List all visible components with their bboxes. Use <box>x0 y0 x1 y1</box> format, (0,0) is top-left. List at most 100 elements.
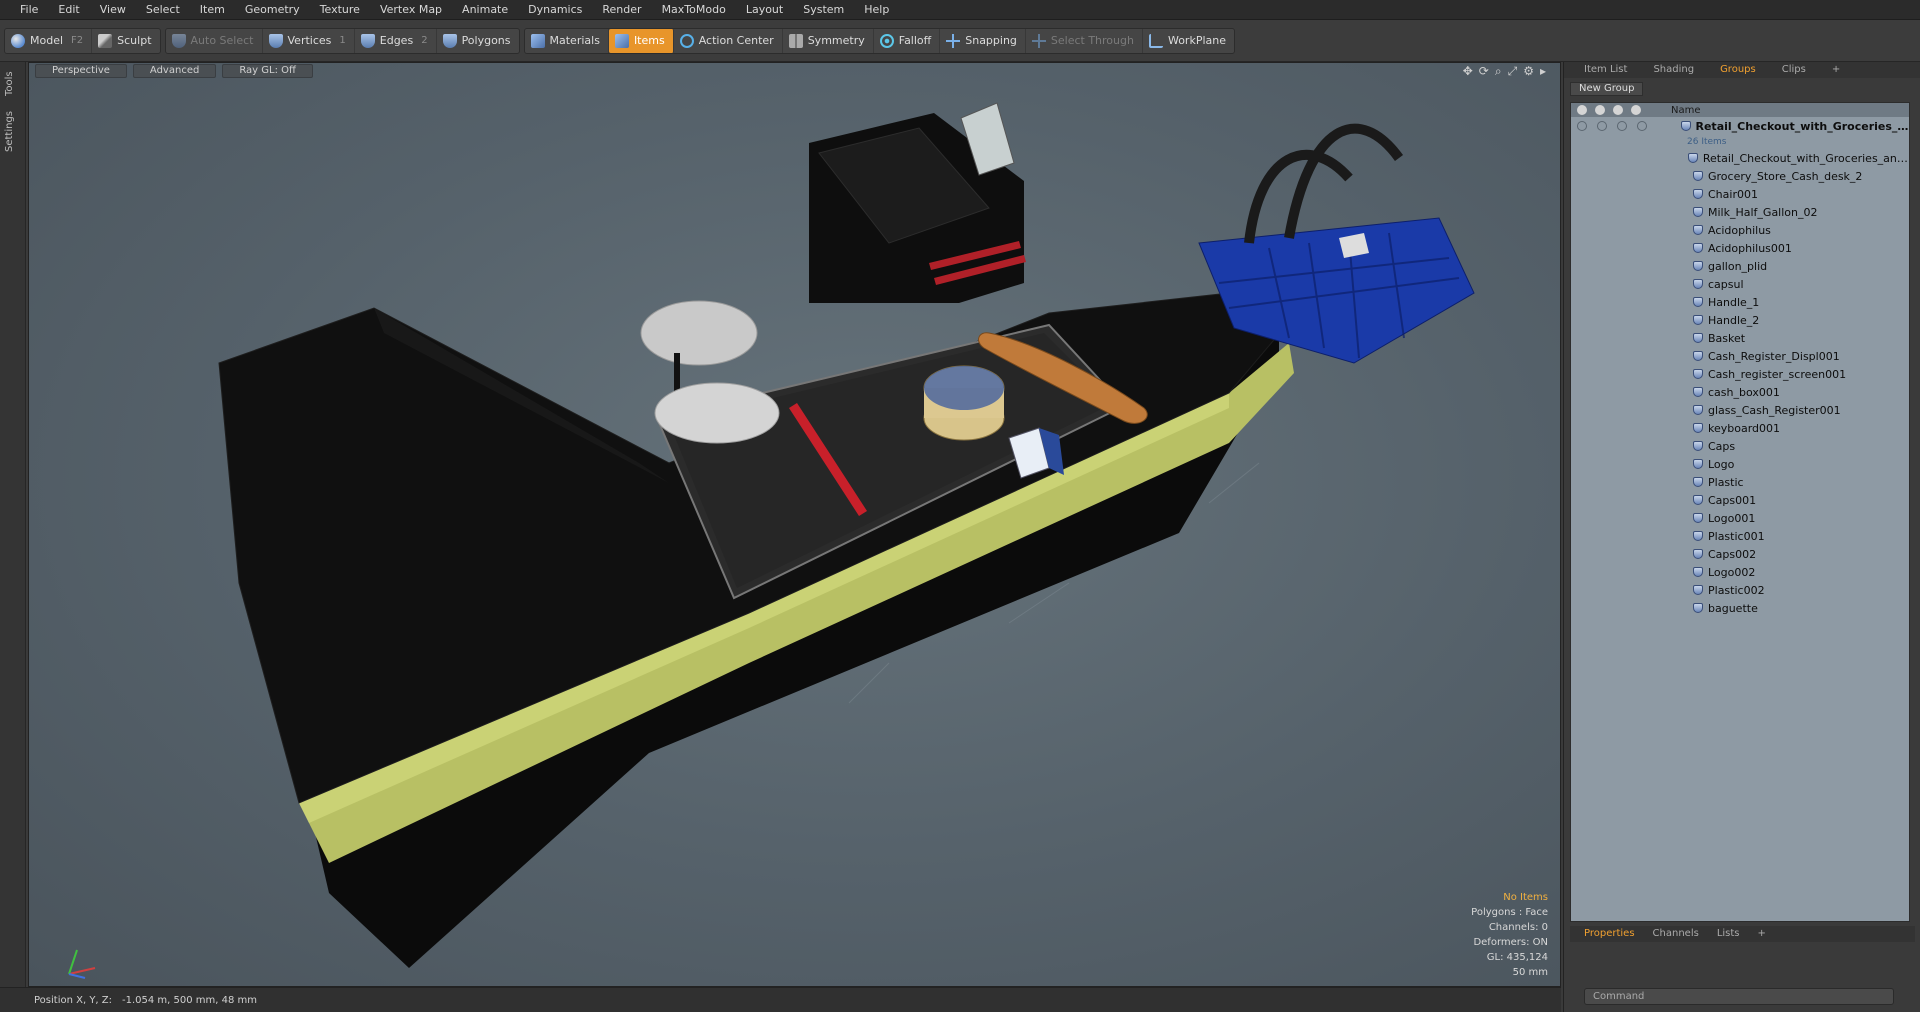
gear-icon[interactable]: ⚙ <box>1523 64 1534 79</box>
view-style-button[interactable]: Advanced <box>132 64 217 78</box>
tree-item[interactable]: Logo001 <box>1571 509 1909 527</box>
menu-dynamics[interactable]: Dynamics <box>518 0 592 20</box>
settings-tab[interactable]: Settings <box>4 106 22 156</box>
tree-item[interactable]: Acidophilus <box>1571 221 1909 239</box>
menu-file[interactable]: File <box>10 0 48 20</box>
tree-root-group[interactable]: Retail_Checkout_with_Groceries_ ... <box>1571 117 1909 135</box>
tree-item[interactable]: Grocery_Store_Cash_desk_2 <box>1571 167 1909 185</box>
edges-button[interactable]: Edges 2 <box>355 28 437 53</box>
tree-item-label: Caps001 <box>1708 493 1757 507</box>
action-center-button[interactable]: Action Center <box>674 28 783 53</box>
view-perspective-button[interactable]: Perspective <box>35 64 127 78</box>
menu-select[interactable]: Select <box>136 0 190 20</box>
bottom-tabs: Properties Channels Lists + <box>1570 926 1915 942</box>
snapping-button[interactable]: Snapping <box>940 28 1026 53</box>
tree-item[interactable]: glass_Cash_Register001 <box>1571 401 1909 419</box>
tree-item[interactable]: Milk_Half_Gallon_02 <box>1571 203 1909 221</box>
tree-item-label: capsul <box>1708 277 1744 291</box>
tab-groups[interactable]: Groups <box>1708 62 1768 78</box>
auto-select-button[interactable]: Auto Select <box>166 28 263 53</box>
tree-item[interactable]: Plastic002 <box>1571 581 1909 599</box>
pan-icon[interactable]: ✥ <box>1463 64 1473 79</box>
tree-item[interactable]: Basket <box>1571 329 1909 347</box>
tree-item[interactable]: Caps001 <box>1571 491 1909 509</box>
tree-item[interactable]: Retail_Checkout_with_Groceries_and ... <box>1571 149 1909 167</box>
items-button[interactable]: Items <box>608 28 674 53</box>
render-toggle[interactable] <box>1637 121 1647 131</box>
groups-tree[interactable]: Name Retail_Checkout_with_Groceries_ ...… <box>1570 102 1910 922</box>
menu-system[interactable]: System <box>793 0 854 20</box>
menu-maxtomodo[interactable]: MaxToModo <box>652 0 736 20</box>
polygons-button[interactable]: Polygons <box>437 29 519 53</box>
tree-item[interactable]: Caps002 <box>1571 545 1909 563</box>
mesh-icon <box>1693 315 1703 325</box>
lock-icon[interactable] <box>1595 105 1605 115</box>
sculpt-button[interactable]: Sculpt <box>92 29 159 53</box>
menu-render[interactable]: Render <box>592 0 651 20</box>
menu-help[interactable]: Help <box>854 0 899 20</box>
tree-item[interactable]: Handle_1 <box>1571 293 1909 311</box>
3d-viewport[interactable]: Perspective Advanced Ray GL: Off ✥ ⟳ ⌕ ⤢… <box>28 62 1561 987</box>
tree-item[interactable]: Handle_2 <box>1571 311 1909 329</box>
eye-icon[interactable] <box>1577 105 1587 115</box>
tree-item[interactable]: cash_box001 <box>1571 383 1909 401</box>
tree-item-label: Caps002 <box>1708 547 1757 561</box>
select-through-button[interactable]: Select Through <box>1026 28 1143 53</box>
menu-texture[interactable]: Texture <box>310 0 370 20</box>
model-button[interactable]: Model F2 <box>5 28 93 53</box>
zoom-icon[interactable]: ⌕ <box>1495 64 1502 79</box>
tree-item-label: Retail_Checkout_with_Groceries_and ... <box>1702 151 1909 165</box>
lock-toggle[interactable] <box>1597 121 1607 131</box>
chevron-right-icon[interactable]: ▸ <box>1540 64 1546 79</box>
add-tab-icon[interactable]: + <box>1820 62 1852 78</box>
menu-vertex-map[interactable]: Vertex Map <box>370 0 452 20</box>
vertices-button[interactable]: Vertices 1 <box>263 28 355 53</box>
menu-animate[interactable]: Animate <box>452 0 518 20</box>
tree-item[interactable]: keyboard001 <box>1571 419 1909 437</box>
tree-item[interactable]: Cash_register_screen001 <box>1571 365 1909 383</box>
menu-layout[interactable]: Layout <box>736 0 793 20</box>
tree-item[interactable]: Cash_Register_Displ001 <box>1571 347 1909 365</box>
maximize-icon[interactable]: ⤢ <box>1508 64 1518 79</box>
falloff-button[interactable]: Falloff <box>874 28 941 53</box>
tree-item[interactable]: Acidophilus001 <box>1571 239 1909 257</box>
add-tab-icon[interactable]: + <box>1752 926 1772 942</box>
tree-item[interactable]: Plastic <box>1571 473 1909 491</box>
tab-clips[interactable]: Clips <box>1770 62 1818 78</box>
symmetry-button[interactable]: Symmetry <box>783 28 874 53</box>
tab-item-list[interactable]: Item List <box>1572 62 1639 78</box>
tab-properties[interactable]: Properties <box>1578 926 1641 942</box>
tree-item[interactable]: Chair001 <box>1571 185 1909 203</box>
tree-header-icons <box>1571 105 1661 115</box>
menu-edit[interactable]: Edit <box>48 0 89 20</box>
menu-geometry[interactable]: Geometry <box>235 0 310 20</box>
new-group-button[interactable]: New Group <box>1570 82 1644 96</box>
tree-item[interactable]: capsul <box>1571 275 1909 293</box>
tab-lists[interactable]: Lists <box>1711 926 1746 942</box>
tab-channels[interactable]: Channels <box>1647 926 1705 942</box>
tree-item[interactable]: Caps <box>1571 437 1909 455</box>
tools-tab[interactable]: Tools <box>4 66 22 102</box>
tree-item[interactable]: gallon_plid <box>1571 257 1909 275</box>
visibility-toggle[interactable] <box>1577 121 1587 131</box>
mesh-icon <box>1693 423 1703 433</box>
select-icon[interactable] <box>1613 105 1623 115</box>
selection-mode-group: Auto Select Vertices 1 Edges 2 Polygons <box>164 27 520 54</box>
menu-view[interactable]: View <box>90 0 136 20</box>
raygl-button[interactable]: Ray GL: Off <box>222 64 313 78</box>
render-icon[interactable] <box>1631 105 1641 115</box>
tab-shading[interactable]: Shading <box>1641 62 1706 78</box>
command-input[interactable]: Command <box>1584 988 1894 1005</box>
rotate-icon[interactable]: ⟳ <box>1479 64 1489 79</box>
tree-item-label: Handle_1 <box>1708 295 1760 309</box>
tree-item[interactable]: Logo002 <box>1571 563 1909 581</box>
tree-item[interactable]: baguette <box>1571 599 1909 617</box>
tree-item[interactable]: Plastic001 <box>1571 527 1909 545</box>
tree-header: Name <box>1571 103 1909 117</box>
materials-button[interactable]: Materials <box>525 28 609 53</box>
tree-item[interactable]: Logo <box>1571 455 1909 473</box>
tree-item-label: Acidophilus001 <box>1708 241 1792 255</box>
select-toggle[interactable] <box>1617 121 1627 131</box>
workplane-button[interactable]: WorkPlane <box>1143 29 1234 53</box>
menu-item[interactable]: Item <box>190 0 235 20</box>
